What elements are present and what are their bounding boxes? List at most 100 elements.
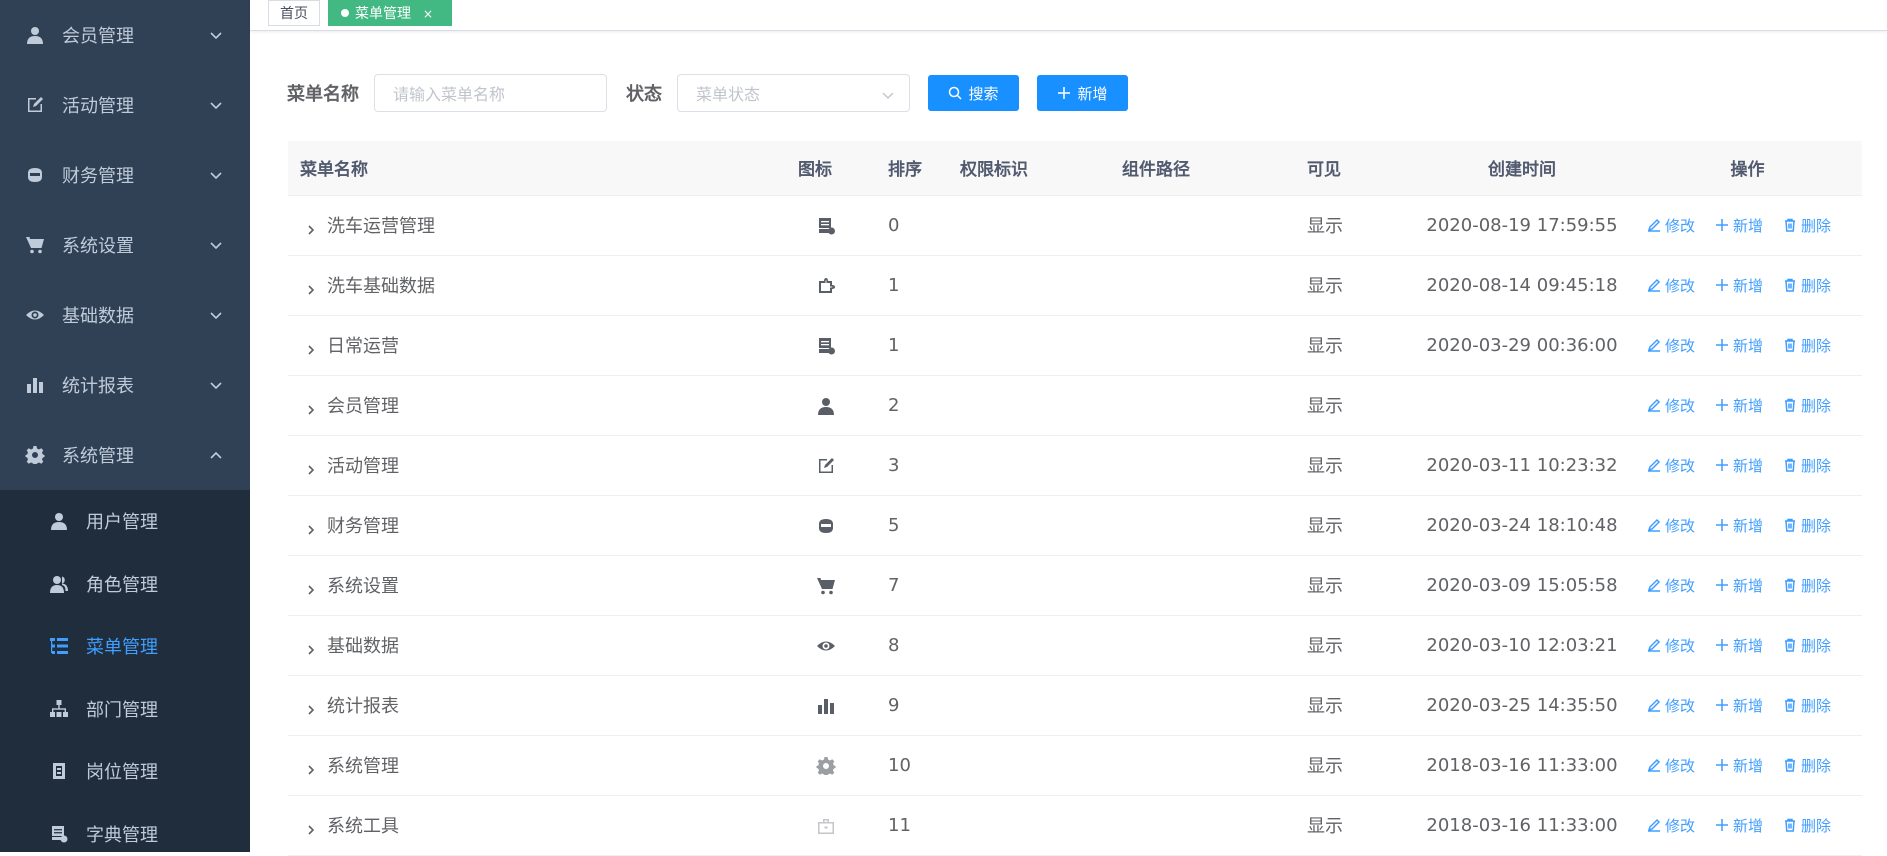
- search-button[interactable]: 搜索: [928, 75, 1019, 111]
- edit-button[interactable]: 修改: [1647, 395, 1695, 416]
- edit-button[interactable]: 修改: [1647, 215, 1695, 236]
- chevron-right-icon[interactable]: [305, 340, 319, 355]
- delete-button[interactable]: 删除: [1783, 215, 1831, 236]
- add-child-button[interactable]: 新增: [1715, 695, 1763, 716]
- edit-button[interactable]: 修改: [1647, 515, 1695, 536]
- cell-name: 基础数据: [288, 615, 798, 676]
- add-label: 新增: [1733, 276, 1764, 295]
- add-child-button[interactable]: 新增: [1715, 455, 1763, 476]
- tag-close-icon[interactable]: ×: [423, 7, 433, 21]
- dict-icon: [52, 825, 68, 843]
- cell-order: 0: [888, 195, 960, 256]
- delete-button[interactable]: 删除: [1783, 455, 1831, 476]
- chevron-right-icon[interactable]: [305, 460, 319, 475]
- sidebar-subitem-1[interactable]: 角色管理: [0, 553, 250, 616]
- edit-label: 修改: [1665, 816, 1696, 835]
- sidebar-item-label: 统计报表: [62, 376, 134, 397]
- sidebar-item-0[interactable]: 会员管理: [0, 0, 250, 70]
- delete-icon: [1785, 218, 1796, 232]
- cell-order: 2: [888, 375, 960, 436]
- delete-button[interactable]: 删除: [1783, 755, 1831, 776]
- delete-button[interactable]: 删除: [1783, 275, 1831, 296]
- add-child-button[interactable]: 新增: [1715, 635, 1763, 656]
- cell-ops: 修改 新增 删除: [1633, 495, 1862, 556]
- chevron-right-icon[interactable]: [305, 640, 319, 655]
- cell-name: 财务管理: [288, 495, 798, 556]
- col-ops: 操作: [1633, 141, 1862, 196]
- add-child-button[interactable]: 新增: [1715, 755, 1763, 776]
- sidebar-item-5[interactable]: 统计报表: [0, 350, 250, 420]
- delete-button[interactable]: 删除: [1783, 635, 1831, 656]
- chevron-right-icon[interactable]: [305, 220, 319, 235]
- menu-name-placeholder: 请输入菜单名称: [393, 85, 506, 104]
- delete-button[interactable]: 删除: [1783, 395, 1831, 416]
- delete-button[interactable]: 删除: [1783, 515, 1831, 536]
- chevron-right-icon[interactable]: [305, 280, 319, 295]
- delete-icon: [1785, 578, 1796, 592]
- sidebar-submenu-system: 用户管理 角色管理 菜单管理 部门管理 岗位管理 字典管理: [0, 490, 250, 852]
- add-child-button[interactable]: 新增: [1715, 575, 1763, 596]
- delete-button[interactable]: 删除: [1783, 335, 1831, 356]
- menu-name: 统计报表: [327, 696, 399, 717]
- sidebar-item-3[interactable]: 系统设置: [0, 210, 250, 280]
- add-child-button[interactable]: 新增: [1715, 815, 1763, 836]
- delete-icon: [1785, 818, 1796, 832]
- menu-name: 日常运营: [327, 336, 399, 357]
- sidebar-item-2[interactable]: 财务管理: [0, 140, 250, 210]
- delete-button[interactable]: 删除: [1783, 815, 1831, 836]
- edit-button[interactable]: 修改: [1647, 335, 1695, 356]
- sidebar-item-6[interactable]: 系统管理: [0, 420, 250, 490]
- edit-button[interactable]: 修改: [1647, 815, 1695, 836]
- add-child-button[interactable]: 新增: [1715, 515, 1763, 536]
- sidebar-subitem-4[interactable]: 岗位管理: [0, 740, 250, 803]
- add-child-button[interactable]: 新增: [1715, 335, 1763, 356]
- edit-button[interactable]: 修改: [1647, 575, 1695, 596]
- delete-label: 删除: [1801, 636, 1832, 655]
- chevron-right-icon[interactable]: [305, 820, 319, 835]
- cell-component: [1122, 435, 1307, 496]
- edit-icon: [1647, 638, 1661, 652]
- edit-button[interactable]: 修改: [1647, 275, 1695, 296]
- chevron-right-icon[interactable]: [305, 520, 319, 535]
- chevron-right-icon[interactable]: [305, 400, 319, 415]
- status-placeholder: 菜单状态: [696, 85, 761, 104]
- plus-icon: [1716, 699, 1729, 711]
- chevron-right-icon[interactable]: [305, 700, 319, 715]
- add-button[interactable]: 新增: [1037, 75, 1128, 111]
- chevron-down-icon: [208, 97, 224, 113]
- add-child-button[interactable]: 新增: [1715, 215, 1763, 236]
- edit-button[interactable]: 修改: [1647, 455, 1695, 476]
- plus-icon: [1716, 819, 1729, 831]
- cell-order: 11: [888, 795, 960, 856]
- delete-button[interactable]: 删除: [1783, 575, 1831, 596]
- chevron-right-icon[interactable]: [305, 760, 319, 775]
- delete-button[interactable]: 删除: [1783, 695, 1831, 716]
- sidebar-subitem-5[interactable]: 字典管理: [0, 803, 250, 853]
- chevron-down-icon: [208, 167, 224, 183]
- edit-button[interactable]: 修改: [1647, 635, 1695, 656]
- add-child-button[interactable]: 新增: [1715, 275, 1763, 296]
- sidebar-subitem-0[interactable]: 用户管理: [0, 490, 250, 553]
- tag-home[interactable]: 首页: [268, 0, 320, 26]
- cell-name: 统计报表: [288, 675, 798, 736]
- sidebar-item-4[interactable]: 基础数据: [0, 280, 250, 350]
- tag-menu-management[interactable]: 菜单管理 ×: [328, 0, 452, 26]
- sidebar-subitem-2[interactable]: 菜单管理: [0, 615, 250, 678]
- cell-component: [1122, 735, 1307, 796]
- delete-icon: [1785, 638, 1796, 652]
- sidebar-subitem-3[interactable]: 部门管理: [0, 678, 250, 741]
- cell-order: 1: [888, 315, 960, 376]
- delete-icon: [1785, 458, 1796, 472]
- col-component: 组件路径: [1122, 141, 1307, 196]
- edit-button[interactable]: 修改: [1647, 695, 1695, 716]
- cell-icon: [798, 435, 888, 496]
- menu-name-input[interactable]: 请输入菜单名称: [374, 74, 607, 112]
- add-child-button[interactable]: 新增: [1715, 395, 1763, 416]
- sidebar-item-1[interactable]: 活动管理: [0, 70, 250, 140]
- plus-icon: [1716, 339, 1729, 351]
- edit-label: 修改: [1665, 756, 1696, 775]
- chevron-right-icon[interactable]: [305, 580, 319, 595]
- tree-icon: [50, 699, 68, 717]
- edit-button[interactable]: 修改: [1647, 755, 1695, 776]
- status-select[interactable]: 菜单状态: [677, 74, 910, 112]
